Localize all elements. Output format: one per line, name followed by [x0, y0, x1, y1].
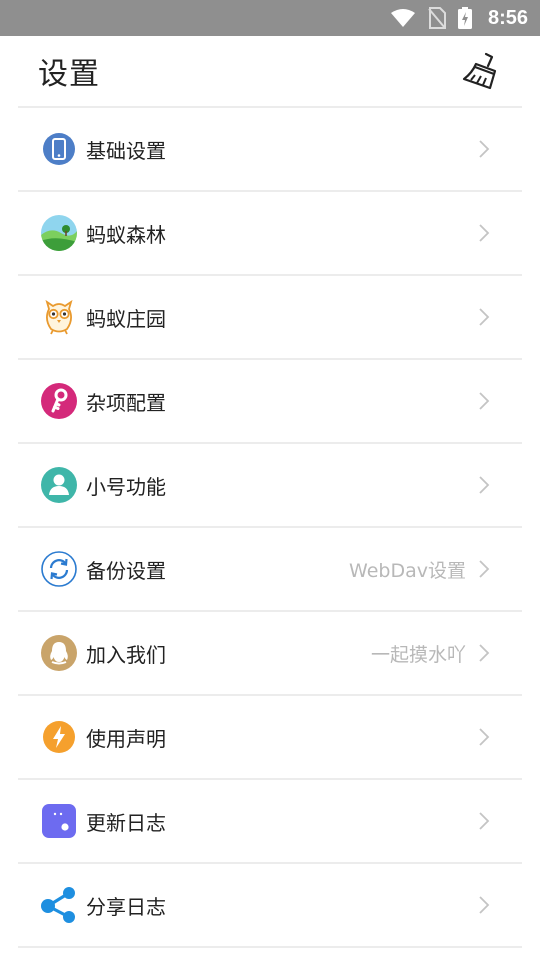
lightning-icon [40, 718, 78, 756]
qq-icon [40, 634, 78, 672]
sync-icon [40, 550, 78, 588]
status-time: 8:56 [487, 6, 528, 29]
status-bar: 8:56 [0, 0, 540, 36]
row-label: 小号功能 [86, 474, 166, 499]
log-icon [40, 802, 78, 840]
forest-icon [40, 214, 78, 252]
broom-icon [462, 52, 497, 90]
chevron-right-icon [479, 392, 490, 410]
key-icon [40, 382, 78, 420]
row-subtitle: 一起摸水吖 [370, 643, 466, 666]
chevron-right-icon [479, 224, 490, 242]
row-ant-forest[interactable]: 蚂蚁森林 [18, 192, 522, 276]
row-usage-statement[interactable]: 使用声明 [18, 696, 522, 780]
no-sim-icon [428, 7, 446, 29]
battery-charging-icon [457, 7, 472, 29]
row-subtitle: WebDav设置 [349, 559, 466, 582]
chevron-right-icon [479, 812, 490, 830]
chick-icon [40, 298, 78, 336]
row-join-us[interactable]: 加入我们 一起摸水吖 [18, 612, 522, 696]
row-share-log[interactable]: 分享日志 [18, 864, 522, 948]
row-label: 备份设置 [86, 558, 166, 583]
wifi-icon [390, 9, 415, 27]
chevron-right-icon [479, 140, 490, 158]
row-label: 杂项配置 [86, 390, 166, 415]
status-icons: 8:56 [390, 7, 528, 30]
row-label: 加入我们 [86, 642, 166, 667]
row-label: 更新日志 [86, 810, 166, 835]
row-ant-farm[interactable]: 蚂蚁庄园 [18, 276, 522, 360]
row-label: 蚂蚁庄园 [86, 306, 166, 331]
phone-icon [40, 130, 78, 168]
chevron-right-icon [479, 728, 490, 746]
row-label: 蚂蚁森林 [86, 222, 166, 247]
clean-broom-button[interactable] [460, 50, 502, 92]
chevron-right-icon [479, 644, 490, 662]
row-sub-account[interactable]: 小号功能 [18, 444, 522, 528]
row-update-log[interactable]: 更新日志 [18, 780, 522, 864]
header: 设置 [18, 36, 522, 108]
chevron-right-icon [479, 560, 490, 578]
user-icon [40, 466, 78, 504]
row-misc-config[interactable]: 杂项配置 [18, 360, 522, 444]
share-icon [40, 886, 78, 924]
row-backup-settings[interactable]: 备份设置 WebDav设置 [18, 528, 522, 612]
row-basic-settings[interactable]: 基础设置 [18, 108, 522, 192]
settings-list: 基础设置 蚂蚁森林 蚂蚁庄园 杂项配置 小号功能 备份设置 WebDav设置 加… [18, 108, 522, 948]
chevron-right-icon [479, 896, 490, 914]
chevron-right-icon [479, 476, 490, 494]
row-label: 分享日志 [86, 894, 166, 919]
row-label: 基础设置 [86, 138, 166, 163]
chevron-right-icon [479, 308, 490, 326]
row-label: 使用声明 [86, 726, 166, 751]
page-title: 设置 [38, 57, 100, 92]
